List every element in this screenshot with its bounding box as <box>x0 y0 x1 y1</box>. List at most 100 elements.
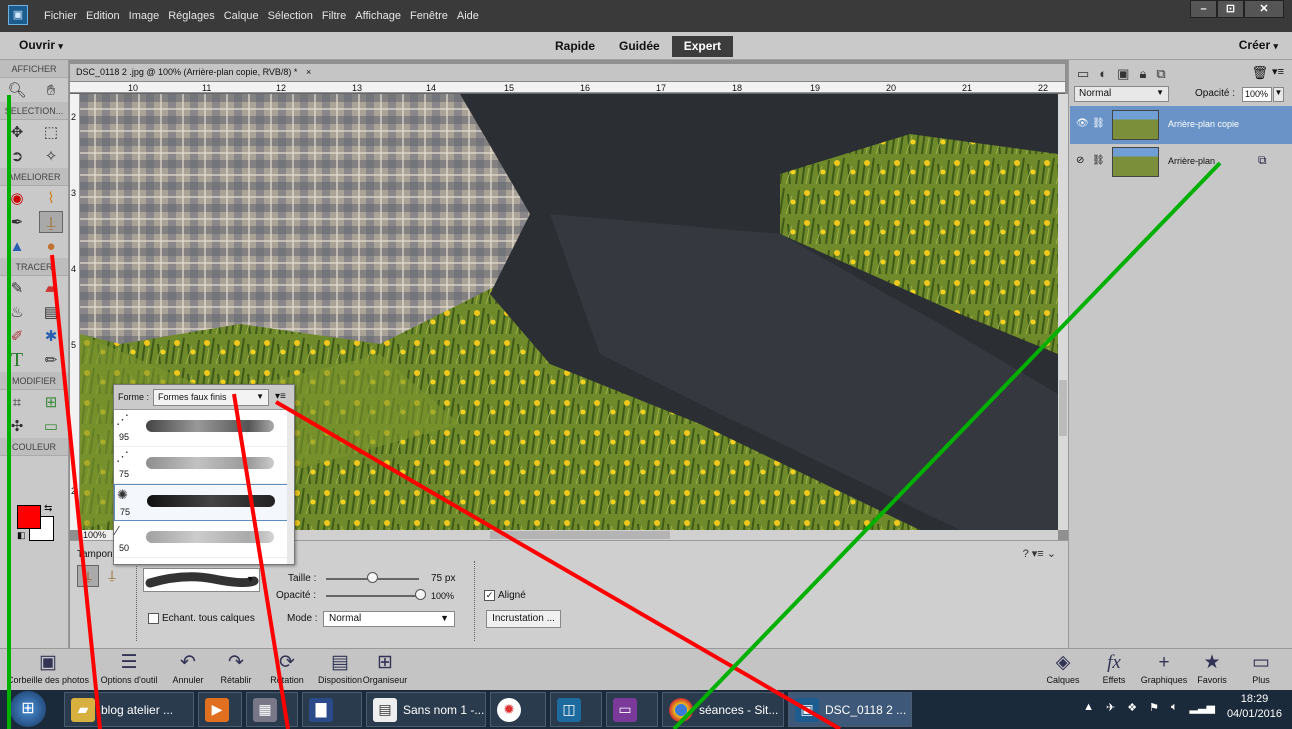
crop-tool-icon[interactable]: ⌗ <box>5 391 29 413</box>
link-icon[interactable]: ⛓︎ <box>1092 155 1105 166</box>
brush-set-select[interactable]: Formes faux finis ▼ <box>153 389 269 406</box>
taskbar-picasa[interactable]: ✹ <box>490 692 546 727</box>
scroll-thumb-vertical[interactable] <box>1059 380 1067 436</box>
layout-button[interactable]: ▤ Disposition <box>312 651 368 685</box>
swap-colors-icon[interactable]: ⇆ <box>44 503 52 514</box>
paint-bucket-tool-icon[interactable]: ♨ <box>5 301 29 323</box>
layers-button[interactable]: ◈ Calques <box>1040 651 1086 685</box>
tray-expand-icon[interactable]: ▲ <box>1083 701 1094 713</box>
effects-button[interactable]: fx Effets <box>1094 651 1134 685</box>
undo-button[interactable]: ↶ Annuler <box>166 651 210 685</box>
new-layer-icon[interactable]: ▭ <box>1077 66 1089 82</box>
graphics-button[interactable]: + Graphiques <box>1136 651 1192 685</box>
menu-fenetre[interactable]: Fenêtre <box>410 10 448 22</box>
link-icon[interactable]: ⛓︎ <box>1092 118 1105 129</box>
panel-menu-icon[interactable]: ▾≡ <box>275 391 286 402</box>
taskbar-chrome[interactable]: séances - Sit... <box>662 692 784 727</box>
blur-tool-icon[interactable]: ▲ <box>5 235 29 257</box>
move-tool-icon[interactable]: ✥ <box>5 121 29 143</box>
brush-tool-icon[interactable]: ✎ <box>5 277 29 299</box>
marquee-tool-icon[interactable]: ⬚ <box>39 121 63 143</box>
menu-edition[interactable]: Edition <box>86 10 120 22</box>
lock-transparent-icon[interactable]: ⧉ <box>1156 66 1165 82</box>
mode-select[interactable]: Normal ▼ <box>323 611 455 627</box>
blend-mode-select[interactable]: Normal ▼ <box>1074 86 1169 102</box>
taskbar-photoshop-elements[interactable]: ▣ DSC_0118 2 ... <box>788 692 912 727</box>
rotation-button[interactable]: ⟳ Rotation <box>264 651 310 685</box>
restore-button[interactable]: ⊡ <box>1217 0 1244 18</box>
chevron-down-icon[interactable]: ▼ <box>246 574 255 584</box>
trash-icon[interactable]: 🗑︎ <box>1251 65 1268 81</box>
tab-expert[interactable]: Expert <box>671 36 734 57</box>
adjustment-layer-icon[interactable]: ◐ <box>1099 66 1107 82</box>
red-eye-tool-icon[interactable]: ◉ <box>5 187 29 209</box>
photo-bin-button[interactable]: ▣ Corbeille des photos <box>2 651 94 685</box>
menu-affichage[interactable]: Affichage <box>355 10 401 22</box>
close-button[interactable]: ✕ <box>1244 0 1284 18</box>
brush-item[interactable]: ⁄ 50 <box>114 521 294 558</box>
type-tool-icon[interactable]: T <box>5 349 29 371</box>
taskbar-book[interactable]: ▇ <box>302 692 362 727</box>
eraser-tool-icon[interactable]: ▰ <box>39 277 63 299</box>
lock-icon[interactable]: 🔒︎ <box>1139 66 1146 82</box>
taskbar-premiere[interactable]: ▭ <box>606 692 658 727</box>
taskbar-elements-organizer[interactable]: ◫ <box>550 692 602 727</box>
more-button[interactable]: ▭ Plus <box>1244 651 1278 685</box>
layer-opacity-input[interactable]: 100% <box>1242 87 1272 102</box>
custom-shape-tool-icon[interactable]: ✱ <box>39 325 63 347</box>
favorites-button[interactable]: ★ Favoris <box>1194 651 1230 685</box>
default-colors-icon[interactable]: ◧ <box>17 530 26 541</box>
taskbar-media-player[interactable]: ▶ <box>198 692 242 727</box>
recompose-tool-icon[interactable]: ⊞ <box>39 391 63 413</box>
zoom-tool-icon[interactable]: 🔍︎ <box>5 79 29 101</box>
straighten-tool-icon[interactable]: ▭ <box>39 415 63 437</box>
menu-aide[interactable]: Aide <box>457 10 479 22</box>
gradient-tool-icon[interactable]: ▤ <box>39 301 63 323</box>
panel-menu-icon[interactable]: ▾≡ <box>1272 65 1284 78</box>
magic-wand-tool-icon[interactable]: ✧ <box>39 145 63 167</box>
organizer-button[interactable]: ⊞ Organiseur <box>362 651 408 685</box>
canvas-scrollbar-vertical[interactable] <box>1058 94 1068 530</box>
eye-hidden-icon[interactable]: ⊘ <box>1076 155 1084 166</box>
collapse-chevron-icon[interactable]: ⌄ <box>1047 548 1056 560</box>
open-button[interactable]: Ouvrir ▾ <box>19 38 63 52</box>
start-button[interactable]: ⊞ <box>10 691 46 727</box>
brush-item[interactable]: ⋰ 95 <box>114 410 294 447</box>
layer-row-copy[interactable]: 👁︎ ⛓︎ Arrière-plan copie <box>1070 106 1292 144</box>
clock[interactable]: 18:29 04/01/2016 <box>1227 692 1282 722</box>
flag-icon[interactable]: ⚑ <box>1149 701 1159 714</box>
menu-icon[interactable]: ▾≡ <box>1032 548 1044 560</box>
opacity-slider-thumb[interactable] <box>415 589 426 600</box>
dropbox-icon[interactable]: ❖ <box>1127 701 1137 714</box>
layer-row-background[interactable]: ⊘ ⛓︎ Arrière-plan ⧉ <box>1070 143 1292 181</box>
menu-image[interactable]: Image <box>129 10 160 22</box>
smart-brush-tool-icon[interactable]: ✒ <box>5 211 29 233</box>
layer-mask-icon[interactable]: ▣ <box>1117 66 1129 82</box>
hand-tool-icon[interactable]: ✋︎ <box>39 79 63 101</box>
aligned-checkbox[interactable]: ✓ <box>484 590 495 601</box>
create-button[interactable]: Créer ▾ <box>1239 38 1278 52</box>
volume-icon[interactable]: 🔈︎ <box>1171 701 1178 714</box>
healing-brush-tool-icon[interactable]: ⌇ <box>39 187 63 209</box>
eye-icon[interactable]: 👁︎ <box>1076 118 1089 129</box>
sponge-tool-icon[interactable]: ● <box>39 235 63 257</box>
taskbar-writer[interactable]: ▤ Sans nom 1 -... <box>366 692 486 727</box>
pattern-stamp-option-icon[interactable]: ⍊ <box>101 565 123 587</box>
tool-options-button[interactable]: ☰ Options d'outil <box>96 651 162 685</box>
help-icon[interactable]: ? <box>1023 548 1029 560</box>
pencil-tool-icon[interactable]: ✏ <box>39 349 63 371</box>
network-icon[interactable]: ✈ <box>1106 701 1115 714</box>
taskbar-explorer[interactable]: ▰ blog atelier ... <box>64 692 194 727</box>
tab-guidee[interactable]: Guidée <box>607 36 672 57</box>
brush-picker-scrollbar[interactable] <box>287 410 294 564</box>
foreground-color-swatch[interactable] <box>17 505 41 529</box>
brush-preview[interactable] <box>143 568 260 592</box>
clone-stamp-tool-icon[interactable]: ⍊ <box>39 211 63 233</box>
minimize-button[interactable]: – <box>1190 0 1217 18</box>
sample-all-checkbox[interactable] <box>148 613 159 624</box>
chevron-down-icon[interactable]: ▼ <box>1273 87 1284 102</box>
content-aware-move-tool-icon[interactable]: ✣ <box>5 415 29 437</box>
scroll-thumb-horizontal[interactable] <box>490 531 670 539</box>
menu-filtre[interactable]: Filtre <box>322 10 346 22</box>
lasso-tool-icon[interactable]: ➲ <box>5 145 29 167</box>
